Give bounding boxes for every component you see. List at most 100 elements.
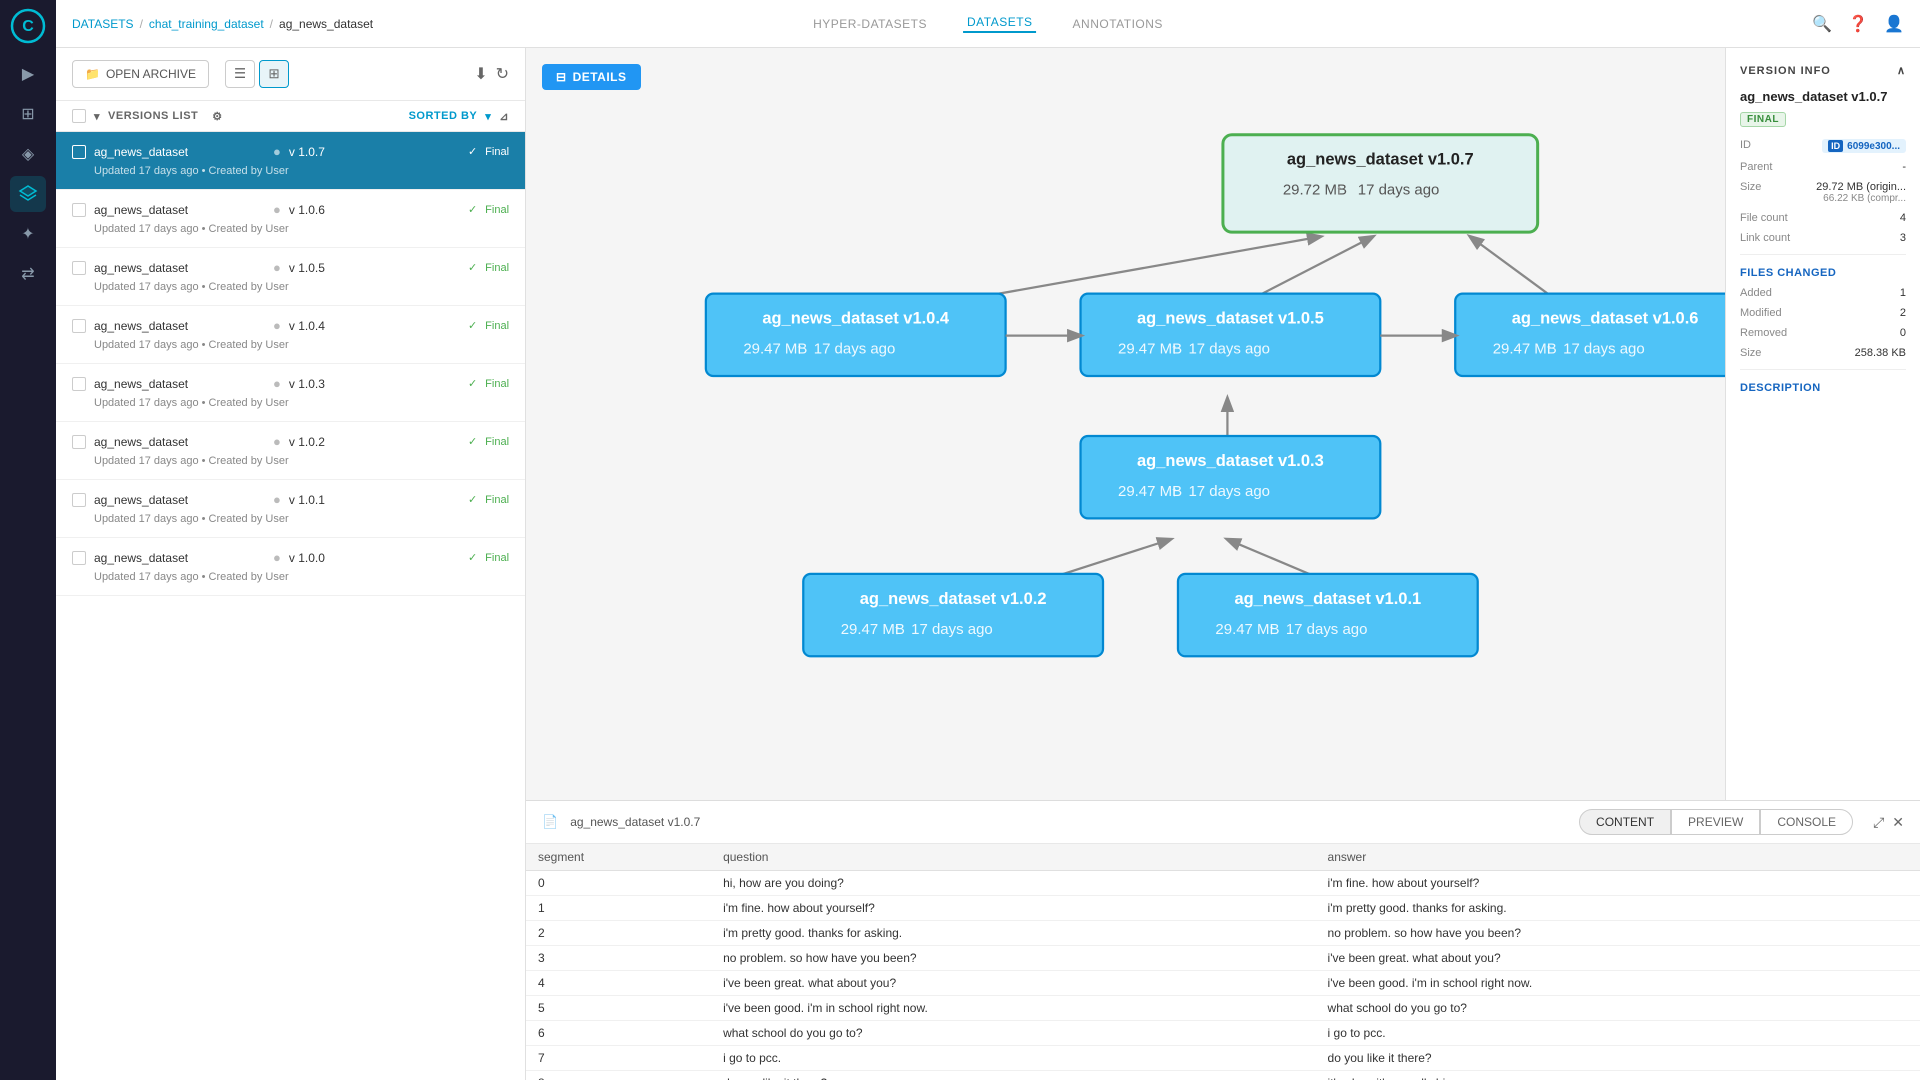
version-meta: Updated 17 days ago • Created by User	[72, 165, 509, 177]
breadcrumb-root[interactable]: DATASETS	[72, 17, 134, 31]
experiments-icon[interactable]: ◈	[10, 136, 46, 172]
details-label: DETAILS	[573, 70, 627, 84]
tab-content[interactable]: CONTENT	[1579, 809, 1671, 835]
svg-text:↑: ↑	[1170, 483, 1177, 500]
version-number: v 1.0.1	[289, 493, 460, 507]
check-icon: ✓	[468, 435, 477, 448]
version-item[interactable]: ag_news_dataset ● v 1.0.2 ✓ Final Update…	[56, 422, 525, 480]
search-icon[interactable]: 🔍	[1812, 14, 1832, 34]
layers-icon[interactable]	[10, 176, 46, 212]
check-icon: ✓	[468, 493, 477, 506]
tab-group: CONTENT PREVIEW CONSOLE	[1579, 809, 1853, 835]
svg-text:ag_news_dataset v1.0.7: ag_news_dataset v1.0.7	[1287, 151, 1474, 169]
version-dot: ●	[273, 318, 281, 333]
cell-answer: i'm pretty good. thanks for asking.	[1316, 896, 1920, 921]
version-item[interactable]: ag_news_dataset ● v 1.0.4 ✓ Final Update…	[56, 306, 525, 364]
version-name: ag_news_dataset	[94, 319, 265, 333]
refresh-icon[interactable]: ↻	[496, 64, 509, 84]
cell-answer: no problem. so how have you been?	[1316, 921, 1920, 946]
datasets-icon[interactable]: ⊞	[10, 96, 46, 132]
version-meta: Updated 17 days ago • Created by User	[72, 455, 509, 467]
user-icon[interactable]: 👤	[1884, 14, 1904, 34]
cell-question: no problem. so how have you been?	[711, 946, 1315, 971]
breadcrumb-parent[interactable]: chat_training_dataset	[149, 17, 264, 31]
versions-list: ag_news_dataset ● v 1.0.7 ✓ Final Update…	[56, 132, 525, 1080]
svg-text:↑: ↑	[1170, 341, 1177, 358]
table-row: 6 what school do you go to? i go to pcc.	[526, 1021, 1920, 1046]
tab-console[interactable]: CONSOLE	[1760, 809, 1853, 835]
version-checkbox[interactable]	[72, 261, 86, 275]
version-number: v 1.0.3	[289, 377, 460, 391]
svg-text:17 days ago: 17 days ago	[1188, 341, 1270, 358]
description-title: DESCRIPTION	[1740, 382, 1906, 394]
table-row: 8 do you like it there? it's okay. it's …	[526, 1071, 1920, 1080]
version-meta: Updated 17 days ago • Created by User	[72, 397, 509, 409]
nav-hyper-datasets[interactable]: HYPER-DATASETS	[809, 17, 931, 31]
help-icon[interactable]: ❓	[1848, 14, 1868, 34]
version-checkbox[interactable]	[72, 551, 86, 565]
breadcrumb-current: ag_news_dataset	[279, 17, 373, 31]
cell-answer: do you like it there?	[1316, 1046, 1920, 1071]
nav-datasets[interactable]: DATASETS	[963, 15, 1037, 33]
details-button[interactable]: ⊟ DETAILS	[542, 64, 641, 90]
cell-answer: i'm fine. how about yourself?	[1316, 871, 1920, 896]
version-dot: ●	[273, 492, 281, 507]
version-checkbox[interactable]	[72, 377, 86, 391]
version-dot: ●	[273, 144, 281, 159]
connections-icon[interactable]: ⇄	[10, 256, 46, 292]
open-archive-button[interactable]: 📁 OPEN ARCHIVE	[72, 60, 209, 88]
version-checkbox[interactable]	[72, 435, 86, 449]
version-tag: Final	[485, 262, 509, 274]
version-number: v 1.0.4	[289, 319, 460, 333]
list-view-button[interactable]: ☰	[225, 60, 255, 88]
version-item[interactable]: ag_news_dataset ● v 1.0.3 ✓ Final Update…	[56, 364, 525, 422]
version-checkbox[interactable]	[72, 493, 86, 507]
version-name: ag_news_dataset	[94, 377, 265, 391]
version-checkbox[interactable]	[72, 319, 86, 333]
version-name: ag_news_dataset	[94, 261, 265, 275]
version-dot: ●	[273, 434, 281, 449]
graph-svg: ag_news_dataset v1.0.7 29.72 MB ↑ 17 day…	[526, 48, 1725, 800]
nav-right: 🔍 ❓ 👤	[1812, 14, 1904, 34]
left-panel-toolbar: 📁 OPEN ARCHIVE ☰ ⊞ ⬇ ↻	[56, 48, 525, 101]
version-checkbox[interactable]	[72, 145, 86, 159]
svg-text:C: C	[22, 18, 34, 35]
svg-text:ag_news_dataset v1.0.3: ag_news_dataset v1.0.3	[1137, 452, 1324, 470]
settings-icon[interactable]: ⚙	[212, 110, 222, 123]
expand-icon[interactable]: ⤢	[1873, 814, 1884, 831]
version-item[interactable]: ag_news_dataset ● v 1.0.6 ✓ Final Update…	[56, 190, 525, 248]
select-all-checkbox[interactable]	[72, 109, 86, 123]
version-item[interactable]: ag_news_dataset ● v 1.0.5 ✓ Final Update…	[56, 248, 525, 306]
version-info-title: VERSION INFO ∧	[1740, 64, 1906, 77]
table-row: 7 i go to pcc. do you like it there?	[526, 1046, 1920, 1071]
pipeline-icon[interactable]: ▶	[10, 56, 46, 92]
collapse-icon[interactable]: ∧	[1897, 64, 1906, 77]
cell-segment: 0	[526, 871, 711, 896]
sorted-by-button[interactable]: SORTED BY	[409, 110, 478, 122]
archive-icon: 📁	[85, 67, 100, 81]
cell-question: do you like it there?	[711, 1071, 1315, 1080]
version-item[interactable]: ag_news_dataset ● v 1.0.0 ✓ Final Update…	[56, 538, 525, 596]
version-item[interactable]: ag_news_dataset ● v 1.0.7 ✓ Final Update…	[56, 132, 525, 190]
tab-preview[interactable]: PREVIEW	[1671, 809, 1760, 835]
version-item[interactable]: ag_news_dataset ● v 1.0.1 ✓ Final Update…	[56, 480, 525, 538]
cell-answer: what school do you go to?	[1316, 996, 1920, 1021]
grid-view-button[interactable]: ⊞	[259, 60, 289, 88]
cell-segment: 3	[526, 946, 711, 971]
download-icon[interactable]: ⬇	[474, 64, 487, 84]
version-checkbox[interactable]	[72, 203, 86, 217]
rp-field-size: Size 29.72 MB (origin... 66.22 KB (compr…	[1740, 181, 1906, 204]
svg-text:17 days ago: 17 days ago	[1188, 483, 1270, 500]
filter-icon[interactable]: ⊿	[499, 110, 509, 123]
check-icon: ✓	[468, 145, 477, 158]
close-icon[interactable]: ✕	[1892, 814, 1904, 831]
cell-question: what school do you go to?	[711, 1021, 1315, 1046]
table-row: 0 hi, how are you doing? i'm fine. how a…	[526, 871, 1920, 896]
rp-field-removed: Removed 0	[1740, 327, 1906, 339]
nav-annotations[interactable]: ANNOTATIONS	[1069, 17, 1167, 31]
cell-question: i go to pcc.	[711, 1046, 1315, 1071]
svg-text:17 days ago: 17 days ago	[1286, 621, 1368, 638]
table-row: 4 i've been great. what about you? i've …	[526, 971, 1920, 996]
tools-icon[interactable]: ✦	[10, 216, 46, 252]
logo[interactable]: C	[10, 8, 46, 44]
